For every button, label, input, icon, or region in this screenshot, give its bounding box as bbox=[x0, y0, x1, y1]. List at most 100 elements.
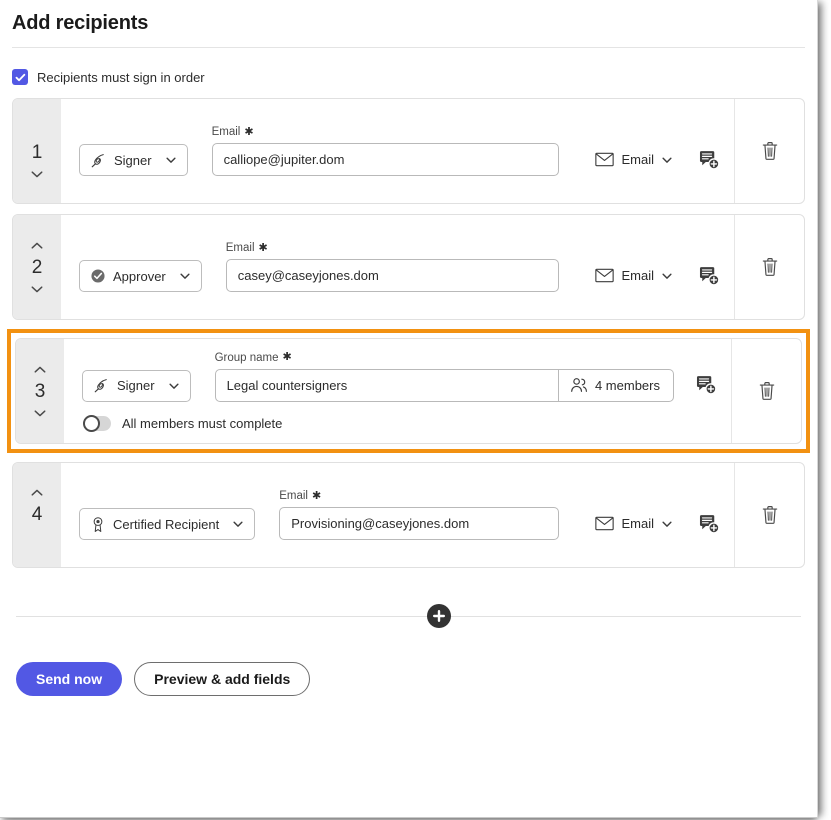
recipient-main-line: SignerEmail✱calliope@jupiter.domEmail bbox=[79, 126, 720, 176]
add-recipients-panel: Add recipients Recipients must sign in o… bbox=[0, 0, 818, 818]
recipient-role-label: Certified Recipient bbox=[113, 517, 223, 532]
required-asterisk: ✱ bbox=[259, 243, 268, 254]
recipient-body: Approver Email ✱ casey@caseyjones.dom Email bbox=[61, 215, 734, 319]
recipient-role-select[interactable]: Signer bbox=[82, 370, 191, 402]
chevron-down-icon bbox=[661, 154, 673, 166]
field-label-text: Email bbox=[212, 126, 241, 138]
group-name-input[interactable]: Legal countersigners bbox=[215, 369, 559, 402]
add-note-icon bbox=[699, 150, 720, 170]
add-note-icon bbox=[699, 266, 720, 286]
preview-add-fields-button[interactable]: Preview & add fields bbox=[134, 662, 310, 696]
add-private-message-button[interactable] bbox=[699, 507, 720, 540]
check-circle-icon bbox=[90, 268, 106, 284]
move-down-button[interactable] bbox=[33, 408, 47, 418]
title-divider bbox=[12, 47, 805, 48]
field-label-text: Group name bbox=[215, 352, 279, 364]
group-members-icon bbox=[570, 377, 588, 393]
send-now-button[interactable]: Send now bbox=[16, 662, 122, 696]
recipient-role-label: Signer bbox=[114, 153, 156, 168]
chevron-down-icon bbox=[168, 380, 180, 392]
all-members-must-complete-toggle[interactable] bbox=[83, 416, 111, 431]
delivery-method-label: Email bbox=[621, 152, 654, 167]
plus-circle-icon[interactable] bbox=[427, 604, 451, 628]
sign-in-order-label: Recipients must sign in order bbox=[37, 70, 205, 85]
sign-in-order-checkbox[interactable] bbox=[12, 69, 28, 85]
required-asterisk: ✱ bbox=[312, 491, 321, 502]
add-private-message-button[interactable] bbox=[699, 143, 720, 176]
trash-icon bbox=[761, 141, 779, 161]
recipient-row-wrapper: 2ApproverEmail✱casey@caseyjones.domEmail bbox=[12, 209, 805, 325]
recipient-body: Signer Group name ✱ Legal countersigners 4 m… bbox=[64, 339, 731, 443]
required-asterisk: ✱ bbox=[244, 127, 253, 138]
move-down-button[interactable] bbox=[30, 169, 44, 179]
recipient-main-line: Signer Group name ✱ Legal countersigners 4 m… bbox=[82, 352, 717, 402]
delete-recipient-button[interactable] bbox=[731, 339, 801, 443]
recipient-field-block: Email✱ calliope@jupiter.dom bbox=[212, 126, 560, 176]
envelope-icon bbox=[595, 516, 614, 531]
recipient-role-select[interactable]: Certified Recipient bbox=[79, 508, 255, 540]
delete-recipient-button[interactable] bbox=[734, 215, 804, 319]
add-private-message-button[interactable] bbox=[696, 369, 717, 402]
recipient-email-input[interactable]: casey@caseyjones.dom bbox=[226, 259, 560, 292]
recipient-row-wrapper: 4 Certified Recipient Email ✱ Provisioning@c… bbox=[12, 457, 805, 573]
trash-icon bbox=[758, 381, 776, 401]
recipient-field-block: Group name ✱ Legal countersigners 4 members bbox=[215, 352, 674, 402]
move-up-button[interactable] bbox=[33, 365, 47, 375]
recipient-order-column: 3 bbox=[16, 339, 64, 443]
award-badge-icon bbox=[90, 516, 106, 533]
trash-icon bbox=[761, 257, 779, 277]
recipients-list: 1SignerEmail✱calliope@jupiter.domEmail2A… bbox=[12, 93, 805, 573]
add-note-icon bbox=[699, 514, 720, 534]
recipient-role-label: Approver bbox=[113, 269, 170, 284]
group-name-input-group: Legal countersigners 4 members bbox=[215, 369, 674, 402]
recipient-body: Certified Recipient Email ✱ Provisioning@ca… bbox=[61, 463, 734, 567]
recipient-role-label: Signer bbox=[117, 378, 159, 393]
divider-line bbox=[16, 616, 801, 617]
recipient-email-input[interactable]: calliope@jupiter.dom bbox=[212, 143, 560, 176]
recipient-row-highlighted: 3 Signer Group name ✱ Legal countersigners 4 … bbox=[7, 329, 810, 453]
add-note-icon bbox=[696, 375, 717, 395]
footer-actions: Send now Preview & add fields bbox=[12, 662, 805, 696]
members-count-label: 4 members bbox=[595, 378, 660, 393]
recipient-order-column: 1 bbox=[13, 99, 61, 203]
recipient-row: 1SignerEmail✱calliope@jupiter.domEmail bbox=[12, 98, 805, 204]
add-recipient-divider bbox=[12, 603, 805, 629]
delivery-method-label: Email bbox=[621, 268, 654, 283]
recipient-order-number: 1 bbox=[32, 143, 43, 162]
field-label-text: Email bbox=[226, 242, 255, 254]
signature-pen-icon bbox=[90, 152, 107, 169]
recipient-email-input[interactable]: Provisioning@caseyjones.dom bbox=[279, 507, 559, 540]
delete-recipient-button[interactable] bbox=[734, 463, 804, 567]
members-button[interactable]: 4 members bbox=[559, 369, 674, 402]
recipient-role-select[interactable]: Approver bbox=[79, 260, 202, 292]
chevron-down-icon bbox=[165, 154, 177, 166]
recipient-role-select[interactable]: Signer bbox=[79, 144, 188, 176]
chevron-down-icon bbox=[661, 518, 673, 530]
envelope-icon bbox=[595, 268, 614, 283]
required-asterisk: ✱ bbox=[283, 352, 292, 363]
recipient-field-block: Email✱Provisioning@caseyjones.dom bbox=[279, 490, 559, 540]
sign-in-order-row[interactable]: Recipients must sign in order bbox=[12, 69, 805, 85]
recipient-row: 3 Signer Group name ✱ Legal countersigners 4 … bbox=[15, 338, 802, 444]
move-up-button[interactable] bbox=[30, 241, 44, 251]
recipient-main-line: Certified Recipient Email ✱ Provisioning@ca… bbox=[79, 490, 720, 540]
recipient-field-label: Email✱ bbox=[212, 126, 560, 138]
delete-recipient-button[interactable] bbox=[734, 99, 804, 203]
recipient-field-block: Email ✱ casey@caseyjones.dom bbox=[226, 242, 560, 292]
toggle-knob bbox=[83, 415, 100, 432]
recipient-field-label: Group name ✱ bbox=[215, 352, 674, 364]
chevron-down-icon bbox=[232, 518, 244, 530]
all-members-must-complete-row[interactable]: All members must complete bbox=[83, 416, 717, 431]
add-private-message-button[interactable] bbox=[699, 259, 720, 292]
move-down-button[interactable] bbox=[30, 284, 44, 294]
recipient-order-column: 4 bbox=[13, 463, 61, 567]
signature-pen-icon bbox=[93, 377, 110, 394]
recipient-order-number: 3 bbox=[35, 382, 46, 401]
recipient-row: 2ApproverEmail✱casey@caseyjones.domEmail bbox=[12, 214, 805, 320]
delivery-method-select[interactable]: Email bbox=[595, 507, 673, 540]
delivery-method-select[interactable]: Email bbox=[595, 143, 673, 176]
delivery-method-select[interactable]: Email bbox=[595, 259, 673, 292]
recipient-row: 4 Certified Recipient Email ✱ Provisioning@c… bbox=[12, 462, 805, 568]
move-up-button[interactable] bbox=[30, 488, 44, 498]
chevron-down-icon bbox=[661, 270, 673, 282]
